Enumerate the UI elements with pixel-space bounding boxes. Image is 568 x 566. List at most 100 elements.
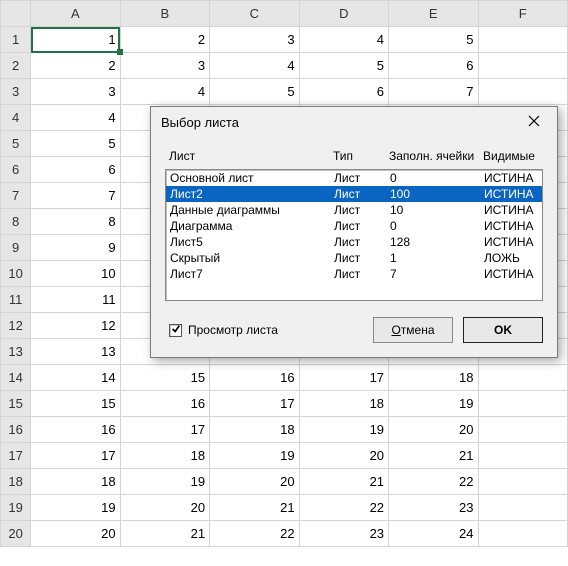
column-header[interactable]: B: [120, 1, 209, 27]
cell[interactable]: 4: [210, 53, 299, 79]
cell[interactable]: 5: [31, 131, 120, 157]
row-header[interactable]: 7: [1, 183, 31, 209]
row-header[interactable]: 3: [1, 79, 31, 105]
cell[interactable]: 3: [120, 53, 209, 79]
cell[interactable]: 4: [299, 27, 388, 53]
cell[interactable]: 20: [389, 417, 478, 443]
cell[interactable]: 8: [31, 209, 120, 235]
list-item[interactable]: Лист5Лист128ИСТИНА: [166, 234, 542, 250]
cell[interactable]: 24: [389, 521, 478, 547]
cell[interactable]: 10: [31, 261, 120, 287]
cell[interactable]: 2: [31, 53, 120, 79]
cell[interactable]: 1: [31, 27, 120, 53]
cell[interactable]: 20: [299, 443, 388, 469]
cell[interactable]: [478, 365, 568, 391]
cell[interactable]: [478, 469, 568, 495]
cell[interactable]: 22: [389, 469, 478, 495]
cell[interactable]: 19: [31, 495, 120, 521]
select-all-corner[interactable]: [1, 1, 31, 27]
ok-button[interactable]: OK: [463, 317, 543, 343]
row-header[interactable]: 1: [1, 27, 31, 53]
cell[interactable]: 19: [120, 469, 209, 495]
row-header[interactable]: 6: [1, 157, 31, 183]
cell[interactable]: 5: [389, 27, 478, 53]
list-item[interactable]: СкрытыйЛист1ЛОЖЬ: [166, 250, 542, 266]
close-button[interactable]: [519, 111, 549, 133]
row-header[interactable]: 12: [1, 313, 31, 339]
row-header[interactable]: 4: [1, 105, 31, 131]
cell[interactable]: 15: [120, 365, 209, 391]
cell[interactable]: 17: [31, 443, 120, 469]
cell[interactable]: 11: [31, 287, 120, 313]
cell[interactable]: 21: [299, 469, 388, 495]
row-header[interactable]: 9: [1, 235, 31, 261]
column-header[interactable]: E: [389, 1, 478, 27]
cell[interactable]: 17: [299, 365, 388, 391]
cell[interactable]: 7: [389, 79, 478, 105]
cell[interactable]: [478, 495, 568, 521]
cell[interactable]: 16: [210, 365, 299, 391]
cell[interactable]: [478, 417, 568, 443]
row-header[interactable]: 11: [1, 287, 31, 313]
cell[interactable]: 18: [31, 469, 120, 495]
cell[interactable]: 19: [389, 391, 478, 417]
column-header[interactable]: C: [210, 1, 299, 27]
cell[interactable]: 3: [31, 79, 120, 105]
cell[interactable]: 15: [31, 391, 120, 417]
cell[interactable]: 6: [299, 79, 388, 105]
cell[interactable]: 22: [210, 521, 299, 547]
cell[interactable]: 4: [31, 105, 120, 131]
cell[interactable]: 17: [120, 417, 209, 443]
list-item[interactable]: Данные диаграммыЛист10ИСТИНА: [166, 202, 542, 218]
list-item[interactable]: Основной листЛист0ИСТИНА: [166, 170, 542, 186]
cell[interactable]: 16: [120, 391, 209, 417]
preview-checkbox[interactable]: Просмотр листа: [169, 323, 278, 337]
row-header[interactable]: 16: [1, 417, 31, 443]
cell[interactable]: 5: [299, 53, 388, 79]
cell[interactable]: 20: [31, 521, 120, 547]
cell[interactable]: 16: [31, 417, 120, 443]
row-header[interactable]: 13: [1, 339, 31, 365]
cell[interactable]: [478, 53, 568, 79]
cell[interactable]: 4: [120, 79, 209, 105]
cell[interactable]: 21: [389, 443, 478, 469]
cell[interactable]: 6: [389, 53, 478, 79]
cell[interactable]: 18: [299, 391, 388, 417]
row-header[interactable]: 8: [1, 209, 31, 235]
column-header[interactable]: D: [299, 1, 388, 27]
list-item[interactable]: Лист2Лист100ИСТИНА: [166, 186, 542, 202]
cell[interactable]: 21: [120, 521, 209, 547]
cell[interactable]: 14: [31, 365, 120, 391]
column-header[interactable]: A: [31, 1, 120, 27]
row-header[interactable]: 2: [1, 53, 31, 79]
cell[interactable]: 3: [210, 27, 299, 53]
cell[interactable]: 9: [31, 235, 120, 261]
row-header[interactable]: 17: [1, 443, 31, 469]
cell[interactable]: 12: [31, 313, 120, 339]
cell[interactable]: 20: [120, 495, 209, 521]
cell[interactable]: [478, 391, 568, 417]
cell[interactable]: 23: [389, 495, 478, 521]
sheet-listbox[interactable]: Основной листЛист0ИСТИНАЛист2Лист100ИСТИ…: [165, 169, 543, 301]
row-header[interactable]: 14: [1, 365, 31, 391]
cell[interactable]: 23: [299, 521, 388, 547]
list-item[interactable]: Лист7Лист7ИСТИНА: [166, 266, 542, 282]
cell[interactable]: 22: [299, 495, 388, 521]
cell[interactable]: 18: [389, 365, 478, 391]
cell[interactable]: 21: [210, 495, 299, 521]
column-header[interactable]: F: [478, 1, 568, 27]
dialog-titlebar[interactable]: Выбор листа: [151, 107, 557, 137]
cell[interactable]: 19: [210, 443, 299, 469]
cell[interactable]: [478, 79, 568, 105]
cancel-button[interactable]: Отмена: [373, 317, 453, 343]
cell[interactable]: 7: [31, 183, 120, 209]
row-header[interactable]: 15: [1, 391, 31, 417]
cell[interactable]: 19: [299, 417, 388, 443]
cell[interactable]: 18: [120, 443, 209, 469]
cell[interactable]: 5: [210, 79, 299, 105]
row-header[interactable]: 18: [1, 469, 31, 495]
cell[interactable]: 13: [31, 339, 120, 365]
cell[interactable]: [478, 521, 568, 547]
cell[interactable]: 6: [31, 157, 120, 183]
cell[interactable]: 17: [210, 391, 299, 417]
